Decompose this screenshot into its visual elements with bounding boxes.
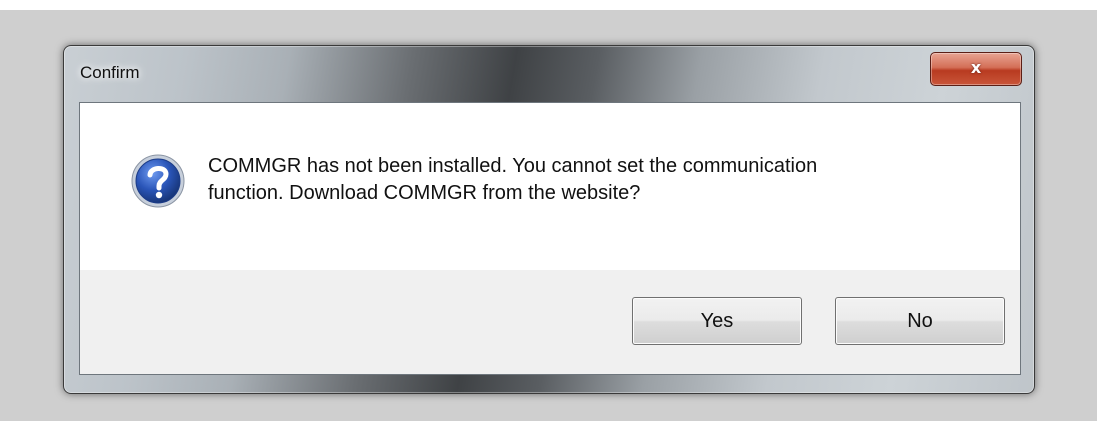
button-panel: Yes No — [80, 270, 1020, 374]
question-icon — [131, 154, 185, 208]
dialog-client-area: COMMGR has not been installed. You canno… — [79, 102, 1021, 375]
dialog-title: Confirm — [80, 63, 140, 82]
message-panel: COMMGR has not been installed. You canno… — [80, 103, 1020, 270]
yes-button[interactable]: Yes — [632, 297, 802, 345]
message-line-1: COMMGR has not been installed. You canno… — [208, 155, 818, 177]
confirm-dialog: Confirm x COMMGR has not been installed.… — [63, 45, 1035, 394]
close-icon: x — [970, 58, 982, 77]
message-line-2: function. Download COMMGR from the websi… — [208, 182, 641, 204]
close-button[interactable]: x — [930, 52, 1022, 86]
message-text: COMMGR has not been installed. You canno… — [208, 153, 988, 207]
no-button[interactable]: No — [835, 297, 1005, 345]
